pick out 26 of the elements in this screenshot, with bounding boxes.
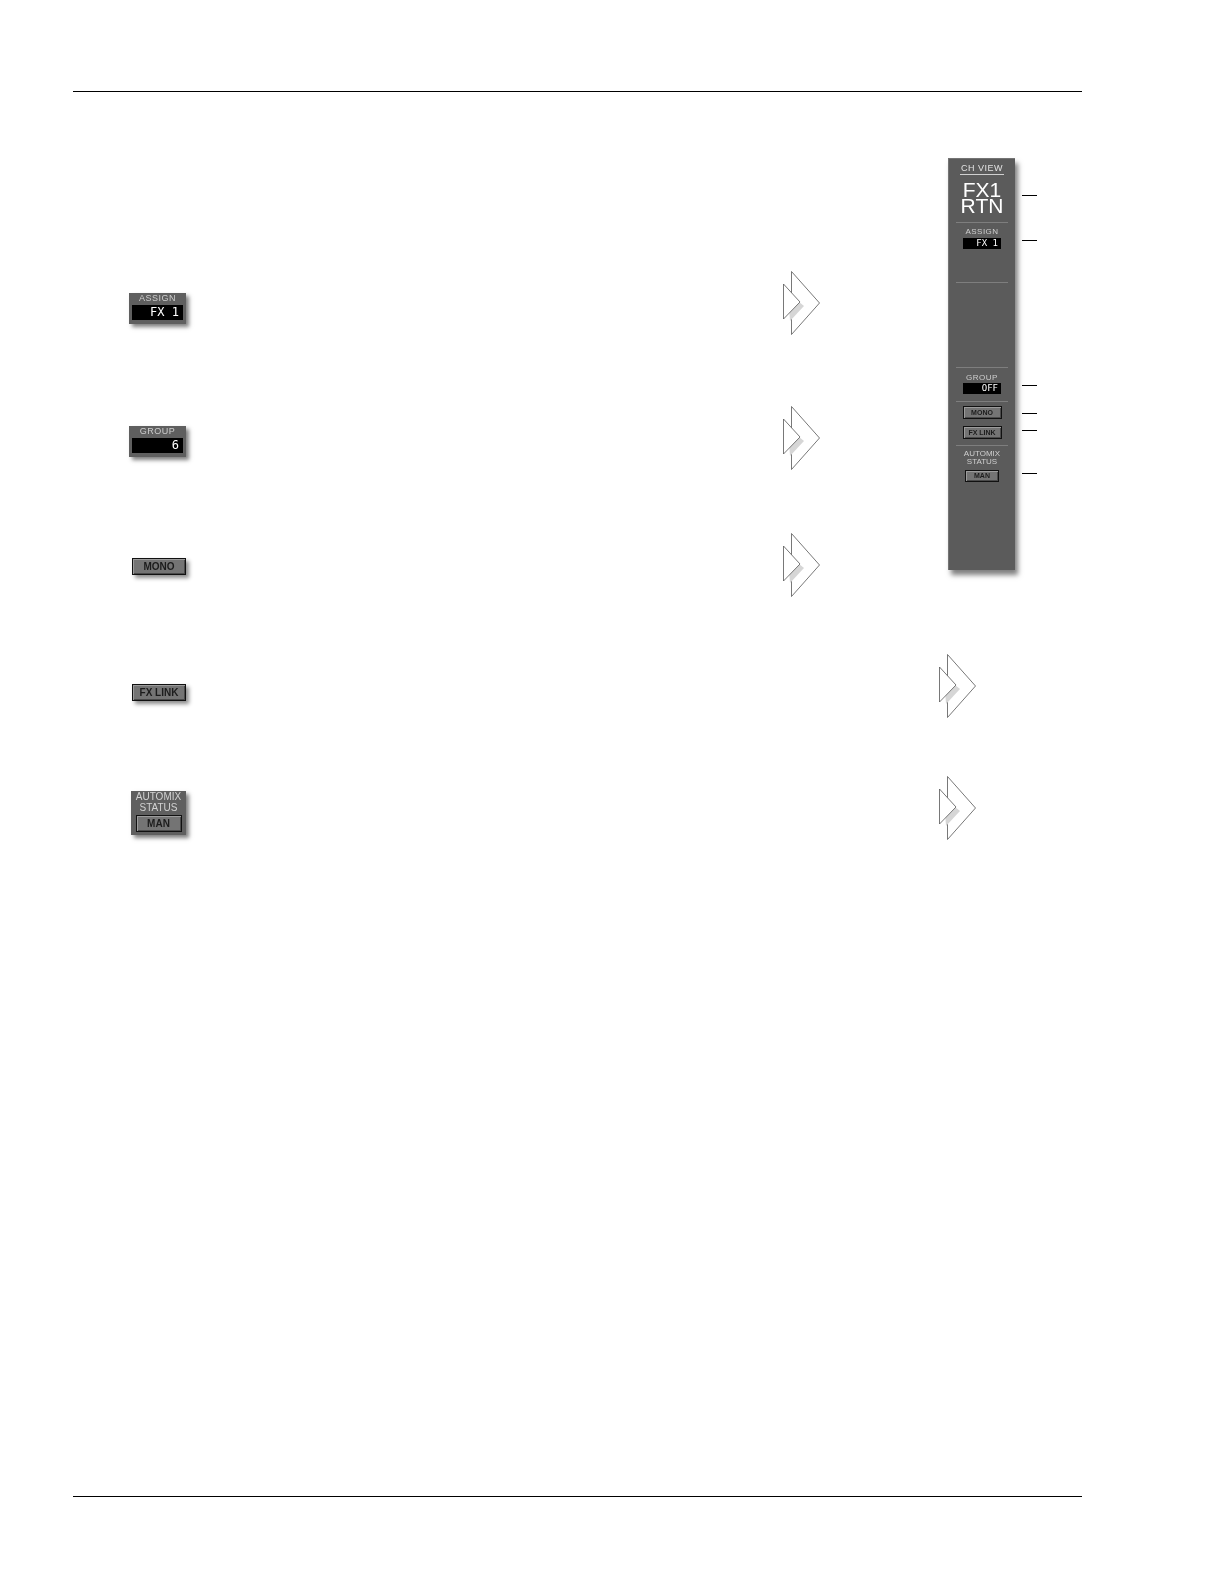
group-label: GROUP xyxy=(966,373,998,382)
callout-line xyxy=(1022,385,1037,386)
group-display[interactable]: OFF xyxy=(963,383,1001,394)
callout-line xyxy=(1022,430,1037,431)
panel-title: CH VIEW xyxy=(960,163,1004,175)
automix-status-label: AUTOMIX STATUS xyxy=(963,450,1001,466)
channel-name: FX1 RTN xyxy=(960,182,1004,214)
status-label: AUTOMIX STATUS xyxy=(135,791,182,813)
double-arrow-icon xyxy=(939,776,976,840)
double-arrow-icon xyxy=(783,271,820,335)
double-arrow-icon xyxy=(939,654,976,718)
assign-label: ASSIGN xyxy=(965,227,999,236)
value-display[interactable]: FX 1 xyxy=(132,305,183,320)
double-arrow-icon xyxy=(783,533,820,597)
display-label: GROUP xyxy=(139,426,176,437)
status-button[interactable]: MAN xyxy=(135,815,182,832)
assign-display[interactable]: FX 1 xyxy=(963,238,1001,249)
toggle-button[interactable]: FX LINK xyxy=(132,684,186,701)
display-label: ASSIGN xyxy=(139,293,176,304)
callout-line xyxy=(1022,240,1037,241)
double-arrow-icon xyxy=(783,406,820,470)
callout-line xyxy=(1022,195,1037,196)
toggle-button[interactable]: MONO xyxy=(132,558,186,575)
callout-line xyxy=(1022,413,1037,414)
value-display[interactable]: 6 xyxy=(132,438,183,453)
callout-line xyxy=(1022,473,1037,474)
